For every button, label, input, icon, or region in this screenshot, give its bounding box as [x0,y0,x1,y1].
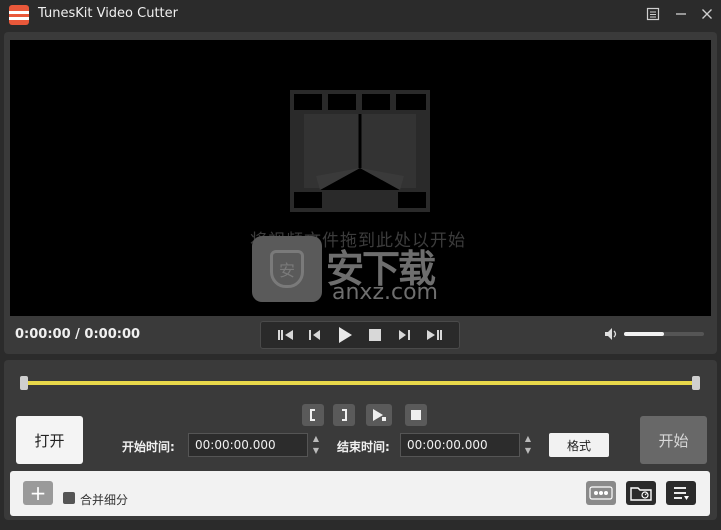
start-time-stepper[interactable]: ▲ ▼ [310,433,322,457]
minimize-icon[interactable] [670,3,692,25]
task-list-icon[interactable] [666,481,696,505]
jump-to-start-icon[interactable] [274,324,298,346]
stop-icon[interactable] [363,324,387,346]
timeline-end-handle[interactable] [692,376,700,390]
volume-slider[interactable] [624,332,704,336]
menu-list-icon[interactable] [642,3,664,25]
end-time-stepper[interactable]: ▲ ▼ [522,433,534,457]
timeline-bar [26,381,694,385]
stop-segment-icon[interactable] [405,404,427,426]
set-start-bracket-icon[interactable] [302,404,324,426]
previous-frame-icon[interactable] [303,324,327,346]
add-segment-button[interactable]: + [23,481,53,505]
effects-icon[interactable] [586,481,616,505]
end-time-label: 结束时间: [337,440,390,454]
watermark-text-en: anxz.com [332,280,438,305]
start-button[interactable]: 开始 [640,416,707,464]
volume-icon[interactable] [604,327,620,345]
merge-segments-checkbox[interactable] [63,492,75,504]
chevron-down-icon: ▼ [312,446,320,455]
close-icon[interactable] [696,3,718,25]
set-end-bracket-icon[interactable] [333,404,355,426]
timeline-start-handle[interactable] [20,376,28,390]
timeline[interactable] [20,376,700,390]
next-frame-icon[interactable] [392,324,416,346]
time-display: 0:00:00 / 0:00:00 [15,327,141,342]
chevron-up-icon: ▲ [524,434,532,443]
app-logo-icon [9,5,29,25]
window-title: TunesKit Video Cutter [38,6,178,21]
start-time-input[interactable] [188,433,308,457]
end-time-input[interactable] [400,433,520,457]
playback-controls [260,321,460,349]
merge-segments-label: 合并细分 [80,493,129,507]
output-folder-icon[interactable] [626,481,656,505]
format-button[interactable]: 格式 [549,433,609,457]
play-segment-icon[interactable] [366,404,392,426]
chevron-down-icon: ▼ [524,446,532,455]
watermark-shield-icon: 安 [252,236,322,302]
open-button[interactable]: 打开 [16,416,83,464]
watermark: 安 安下载 anxz.com [252,236,472,306]
start-time-label: 开始时间: [122,440,175,454]
chevron-up-icon: ▲ [312,434,320,443]
film-placeholder-icon [290,90,430,212]
title-bar: TunesKit Video Cutter [0,0,721,30]
jump-to-end-icon[interactable] [422,324,446,346]
volume-slider-fill [624,332,664,336]
play-icon[interactable] [333,324,357,346]
